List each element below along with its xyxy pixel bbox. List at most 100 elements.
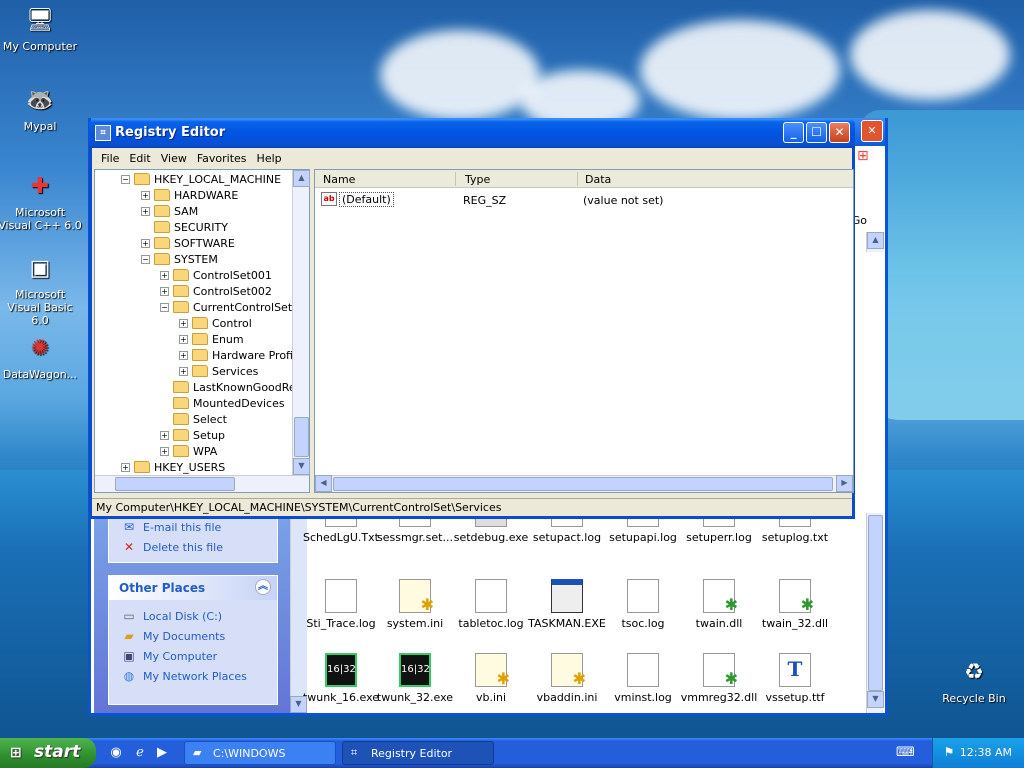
desktop-icon-recycle-bin[interactable]: ♻ Recycle Bin bbox=[934, 656, 1014, 706]
explorer-vertical-scrollbar[interactable]: ▼ bbox=[866, 513, 884, 713]
expand-icon[interactable]: + bbox=[179, 318, 188, 328]
scroll-thumb[interactable] bbox=[868, 515, 883, 691]
column-data[interactable]: Data bbox=[585, 173, 611, 186]
registry-values-list[interactable]: Name Type Data ab (Default) REG_SZ (valu… bbox=[314, 169, 854, 493]
scroll-down-icon[interactable]: ▼ bbox=[290, 696, 307, 713]
column-divider[interactable] bbox=[455, 172, 456, 186]
expand-icon[interactable]: + bbox=[160, 446, 169, 456]
expand-icon[interactable]: + bbox=[179, 334, 188, 344]
scroll-right-icon[interactable]: ▶ bbox=[836, 475, 853, 492]
place-local-disk[interactable]: ▭ Local Disk (C:) bbox=[109, 606, 277, 626]
other-places-header[interactable]: Other Places ︽ bbox=[109, 576, 277, 600]
expand-icon[interactable]: + bbox=[121, 462, 130, 472]
tree-node-hklm[interactable]: − HKEY_LOCAL_MACHINE bbox=[121, 171, 281, 187]
tree-node-mounteddevices[interactable]: MountedDevices bbox=[160, 395, 285, 411]
expand-icon[interactable]: + bbox=[141, 206, 150, 216]
quicklaunch-media-icon[interactable]: ▶ bbox=[154, 745, 170, 761]
tree-node-controlset002[interactable]: + ControlSet002 bbox=[160, 283, 272, 299]
tree-node-hardware[interactable]: + HARDWARE bbox=[141, 187, 238, 203]
tree-node-security[interactable]: SECURITY bbox=[141, 219, 228, 235]
scroll-thumb[interactable] bbox=[294, 417, 309, 457]
file-item[interactable]: tsoc.log bbox=[603, 579, 683, 630]
quicklaunch-ie-icon[interactable]: ℯ bbox=[132, 745, 148, 761]
menu-file[interactable]: File bbox=[96, 152, 124, 165]
expand-icon[interactable]: + bbox=[160, 270, 169, 280]
desktop-icon-mypal[interactable]: 🦝 Mypal bbox=[0, 84, 80, 134]
collapse-icon[interactable]: − bbox=[141, 254, 150, 264]
desktop-icon-datawagon[interactable]: ✺ DataWagon... bbox=[0, 332, 80, 382]
email-file-link[interactable]: ✉ E-mail this file bbox=[109, 517, 277, 537]
file-item[interactable]: 16|32 twunk_32.exe bbox=[375, 653, 455, 704]
file-item[interactable]: Sti_Trace.log bbox=[301, 579, 381, 630]
column-type[interactable]: Type bbox=[465, 173, 490, 186]
registry-tree[interactable]: − HKEY_LOCAL_MACHINE + HARDWARE + SAM SECUR… bbox=[94, 169, 310, 493]
file-item[interactable]: vb.ini bbox=[451, 653, 531, 704]
task-button-registry-editor[interactable]: ⌗ Registry Editor bbox=[342, 741, 494, 765]
scroll-up-icon[interactable]: ▲ bbox=[293, 170, 310, 187]
file-item[interactable]: TASKMAN.EXE bbox=[527, 579, 607, 630]
tree-node-enum[interactable]: + Enum bbox=[179, 331, 244, 347]
tree-node-services[interactable]: + Services bbox=[179, 363, 258, 379]
file-item[interactable]: vbaddin.ini bbox=[527, 653, 607, 704]
tree-node-software[interactable]: + SOFTWARE bbox=[141, 235, 235, 251]
desktop-icon-visual-cpp[interactable]: ✚ Microsoft Visual C++ 6.0 bbox=[0, 170, 82, 233]
delete-file-link[interactable]: ✕ Delete this file bbox=[109, 537, 277, 557]
place-my-computer[interactable]: ▣ My Computer bbox=[109, 646, 277, 666]
tree-node-wpa[interactable]: + WPA bbox=[160, 443, 217, 459]
menu-edit[interactable]: Edit bbox=[124, 152, 155, 165]
collapse-chevron-icon[interactable]: ︽ bbox=[255, 579, 271, 595]
tree-node-select[interactable]: Select bbox=[160, 411, 227, 427]
file-item[interactable]: system.ini bbox=[375, 579, 455, 630]
tree-node-currentcontrolset[interactable]: − CurrentControlSet bbox=[160, 299, 292, 315]
collapse-icon[interactable]: − bbox=[160, 302, 169, 312]
file-item[interactable]: twain.dll bbox=[679, 579, 759, 630]
scroll-thumb[interactable] bbox=[115, 477, 235, 491]
expand-icon[interactable]: + bbox=[179, 350, 188, 360]
tree-vertical-scrollbar[interactable]: ▲ ▼ bbox=[292, 170, 310, 475]
clock[interactable]: 12:38 AM bbox=[960, 746, 1012, 759]
start-button[interactable]: ⊞ start bbox=[0, 738, 96, 768]
desktop-icon-visual-basic[interactable]: ▣ Microsoft Visual Basic 6.0 bbox=[0, 252, 82, 328]
list-horizontal-scrollbar[interactable]: ◀ ▶ bbox=[315, 475, 853, 492]
close-button[interactable]: ✕ bbox=[829, 122, 850, 143]
file-item[interactable]: vminst.log bbox=[603, 653, 683, 704]
tree-node-hku[interactable]: + HKEY_USERS bbox=[121, 459, 225, 475]
maximize-button[interactable]: ☐ bbox=[806, 122, 827, 143]
tree-node-sam[interactable]: + SAM bbox=[141, 203, 198, 219]
file-item[interactable]: Tvssetup.ttf bbox=[755, 653, 835, 704]
file-item[interactable]: tabletoc.log bbox=[451, 579, 531, 630]
scroll-up-icon[interactable]: ▲ bbox=[867, 232, 884, 249]
menu-view[interactable]: View bbox=[156, 152, 192, 165]
collapse-icon[interactable]: − bbox=[121, 174, 130, 184]
scroll-down-icon[interactable]: ▼ bbox=[293, 458, 310, 475]
expand-icon[interactable]: + bbox=[160, 430, 169, 440]
expand-icon[interactable]: + bbox=[179, 366, 188, 376]
minimize-button[interactable]: _ bbox=[783, 122, 804, 143]
menu-help[interactable]: Help bbox=[252, 152, 287, 165]
expand-icon[interactable]: + bbox=[141, 238, 150, 248]
tree-node-system[interactable]: − SYSTEM bbox=[141, 251, 218, 267]
scroll-down-icon[interactable]: ▼ bbox=[867, 691, 884, 708]
file-item[interactable]: vmmreg32.dll bbox=[679, 653, 759, 704]
registry-editor-window[interactable]: ⌗ Registry Editor _ ☐ ✕ File Edit View F… bbox=[89, 119, 855, 519]
explorer-scrollbar-right-top[interactable]: ▲ bbox=[866, 232, 884, 252]
tree-node-hardware-profile[interactable]: + Hardware Profile bbox=[179, 347, 303, 363]
expand-icon[interactable]: + bbox=[141, 190, 150, 200]
scroll-left-icon[interactable]: ◀ bbox=[315, 475, 332, 492]
network-icon[interactable]: ⚑ bbox=[941, 745, 957, 761]
place-my-documents[interactable]: ▰ My Documents bbox=[109, 626, 277, 646]
file-item[interactable]: 16|32 twunk_16.exe bbox=[301, 653, 381, 704]
tree-node-setup[interactable]: + Setup bbox=[160, 427, 225, 443]
expand-icon[interactable]: + bbox=[160, 286, 169, 296]
task-button-windows-folder[interactable]: ▰ C:\WINDOWS bbox=[184, 741, 336, 765]
menu-favorites[interactable]: Favorites bbox=[192, 152, 252, 165]
scroll-thumb[interactable] bbox=[333, 477, 833, 491]
desktop-icon-my-computer[interactable]: 🖥 My Computer bbox=[0, 4, 80, 54]
tree-node-controlset001[interactable]: + ControlSet001 bbox=[160, 267, 272, 283]
tree-node-lastknowngood[interactable]: LastKnownGoodRec bbox=[160, 379, 302, 395]
quicklaunch-desktop-icon[interactable]: ◉ bbox=[108, 745, 124, 761]
tree-node-control[interactable]: + Control bbox=[179, 315, 252, 331]
file-item[interactable]: twain_32.dll bbox=[755, 579, 835, 630]
column-divider[interactable] bbox=[577, 172, 578, 186]
keyboard-icon[interactable]: ⌨ bbox=[896, 745, 915, 761]
